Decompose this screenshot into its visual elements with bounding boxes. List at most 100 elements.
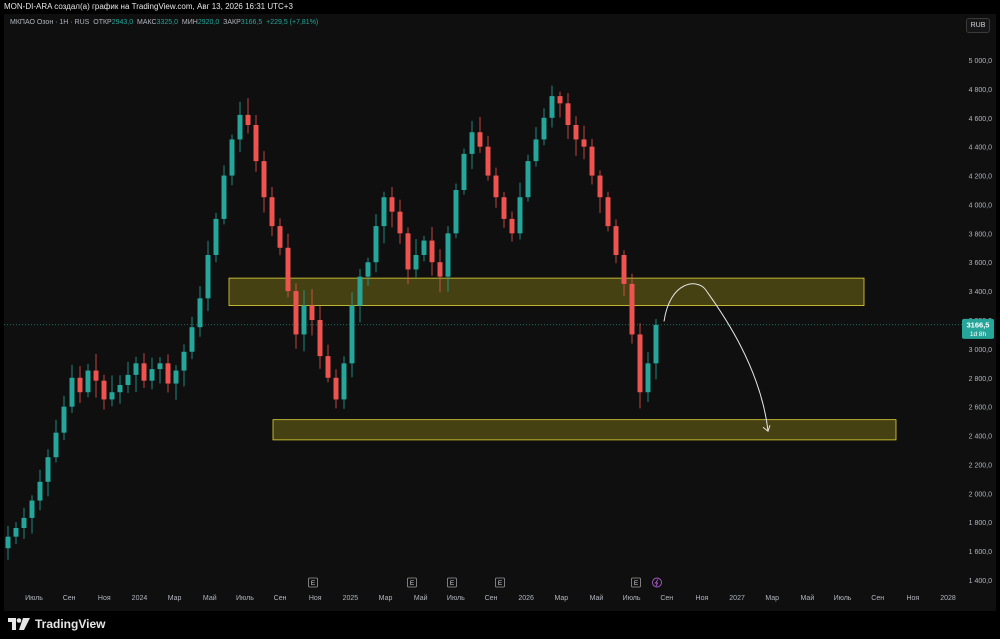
candle[interactable] [509, 211, 515, 242]
candle[interactable] [405, 227, 411, 285]
candle[interactable] [237, 101, 243, 153]
candle[interactable] [181, 344, 187, 387]
currency-button[interactable]: RUB [966, 18, 990, 33]
candle[interactable] [549, 85, 555, 128]
candle[interactable] [93, 354, 99, 398]
candle[interactable] [421, 235, 427, 262]
candle[interactable] [253, 114, 259, 172]
candle[interactable] [277, 218, 283, 256]
candle[interactable] [157, 357, 163, 384]
candle-body [117, 385, 123, 393]
support-resistance-zone[interactable] [228, 277, 865, 306]
candle[interactable] [581, 125, 587, 160]
candle[interactable] [461, 148, 467, 195]
candle[interactable] [293, 283, 299, 349]
earnings-marker[interactable]: E [308, 577, 318, 588]
candle[interactable] [21, 507, 27, 539]
support-resistance-zone[interactable] [272, 419, 897, 441]
candle[interactable] [389, 186, 395, 228]
candle[interactable] [189, 316, 195, 360]
candle[interactable] [413, 239, 419, 278]
candle[interactable] [269, 187, 275, 237]
candle[interactable] [469, 120, 475, 170]
price-chart[interactable]: 1 400,0 1 600,0 1 800,0 2 000,0 2 200,0 2 400… [0, 0, 1000, 639]
earnings-marker[interactable]: E [495, 577, 505, 588]
candle[interactable] [213, 212, 219, 263]
candle[interactable] [221, 165, 227, 225]
dividend-marker[interactable] [652, 577, 662, 588]
candle[interactable] [653, 318, 659, 380]
candle[interactable] [69, 364, 75, 414]
candle[interactable] [477, 116, 483, 153]
candle[interactable] [357, 268, 363, 323]
candle[interactable] [245, 98, 251, 134]
candle-body [501, 197, 507, 219]
candle[interactable] [373, 214, 379, 273]
candle[interactable] [165, 354, 171, 393]
candle-body [261, 161, 267, 198]
candle[interactable] [5, 525, 11, 560]
candle[interactable] [629, 273, 635, 344]
candle[interactable] [77, 366, 83, 403]
candle[interactable] [645, 352, 651, 403]
candle[interactable] [501, 192, 507, 228]
earnings-marker[interactable]: E [447, 577, 457, 588]
candle[interactable] [589, 138, 595, 185]
candle[interactable] [29, 495, 35, 534]
candle[interactable] [381, 191, 387, 244]
earnings-marker[interactable]: E [407, 577, 417, 588]
earnings-marker[interactable]: E [631, 577, 641, 588]
candle-body [629, 283, 635, 335]
high-label: МАКС [137, 19, 157, 26]
candle[interactable] [45, 449, 51, 497]
x-tick-label: Ноя [696, 595, 709, 602]
candle[interactable] [117, 375, 123, 404]
candle[interactable] [317, 305, 323, 369]
candle[interactable] [133, 356, 139, 393]
candle[interactable] [205, 240, 211, 312]
candle[interactable] [453, 183, 459, 239]
x-tick-label: Ноя [309, 595, 322, 602]
candle[interactable] [557, 91, 563, 118]
candle[interactable] [229, 134, 235, 186]
candle[interactable] [605, 191, 611, 232]
candle[interactable] [61, 395, 67, 441]
candle[interactable] [13, 522, 19, 545]
candle[interactable] [149, 357, 155, 390]
candle-body [541, 117, 547, 140]
candle[interactable] [565, 93, 571, 139]
candle[interactable] [285, 233, 291, 298]
candle[interactable] [173, 365, 179, 400]
candle[interactable] [637, 323, 643, 409]
y-tick-label: 2 000,0 [969, 491, 992, 498]
candle-body [397, 211, 403, 234]
candle[interactable] [517, 182, 523, 240]
candle[interactable] [125, 361, 131, 393]
candle[interactable] [573, 116, 579, 156]
candle[interactable] [541, 108, 547, 146]
candle[interactable] [597, 170, 603, 214]
candle[interactable] [533, 126, 539, 167]
candle[interactable] [333, 369, 339, 409]
candle[interactable] [325, 344, 331, 383]
candle[interactable] [53, 419, 59, 463]
candle[interactable] [485, 135, 491, 181]
candle-body [133, 363, 139, 375]
candle[interactable] [109, 375, 115, 407]
candle[interactable] [397, 199, 403, 244]
y-tick-label: 3 000,0 [969, 347, 992, 354]
candle-body [653, 324, 659, 364]
candle[interactable] [261, 151, 267, 213]
candle[interactable] [429, 227, 435, 276]
candle[interactable] [101, 374, 107, 410]
candle[interactable] [141, 353, 147, 389]
y-tick-label: 3 800,0 [969, 231, 992, 238]
candle[interactable] [341, 356, 347, 409]
candle[interactable] [85, 363, 91, 398]
candle[interactable] [525, 154, 531, 202]
tradingview-logo[interactable]: TradingView [8, 617, 105, 631]
candle[interactable] [493, 167, 499, 208]
candle[interactable] [197, 286, 203, 337]
candle[interactable] [613, 219, 619, 264]
candle[interactable] [37, 469, 43, 511]
